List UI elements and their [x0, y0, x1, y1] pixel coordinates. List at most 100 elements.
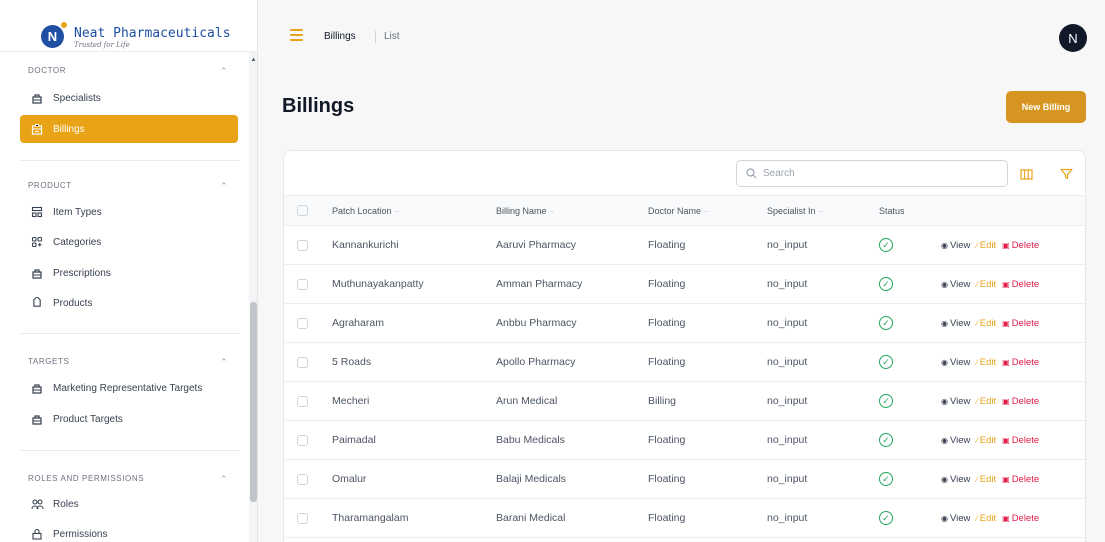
table-row[interactable]: Mecheri Arun Medical Billing no_input ✓ ◉ View… — [284, 382, 1085, 421]
row-checkbox[interactable] — [297, 473, 308, 485]
view-action[interactable]: ◉ View — [941, 318, 970, 329]
brand-tagline: Trusted for Life — [74, 41, 130, 49]
chevron-up-icon[interactable]: ⌃ — [220, 357, 228, 368]
edit-action[interactable]: ∕ Edit — [976, 240, 996, 251]
chevron-up-icon[interactable]: ⌃ — [220, 66, 228, 77]
new-billing-button[interactable]: New Billing — [1006, 91, 1086, 123]
trash-icon: ▣ — [1002, 513, 1010, 523]
column-header-status: Status — [879, 195, 941, 226]
column-header-specialist-in[interactable]: Specialist In − — [767, 195, 879, 226]
cell-patch-location: Kannankurichi — [332, 239, 399, 251]
columns-toggle-icon[interactable] — [1019, 167, 1033, 181]
lock-icon — [30, 527, 44, 541]
view-action[interactable]: ◉ View — [941, 474, 970, 485]
cell-specialist-in: no_input — [767, 512, 808, 524]
table-row[interactable]: Muthunayakanpatty Amman Pharmacy Floating n… — [284, 265, 1085, 304]
chevron-up-icon[interactable]: ⌃ — [220, 181, 228, 192]
table-row[interactable]: Kannankurichi Aaruvi Pharmacy Floating no_i… — [284, 226, 1085, 265]
row-checkbox[interactable] — [297, 434, 308, 446]
chevron-up-icon[interactable]: ⌃ — [220, 474, 228, 485]
row-checkbox[interactable] — [297, 356, 308, 368]
column-header-patch-location[interactable]: Patch Location − — [332, 195, 496, 226]
view-action[interactable]: ◉ View — [941, 513, 970, 524]
divider — [20, 333, 240, 334]
table-row[interactable]: Paimadal Babu Medicals Floating no_input ✓ ◉ V… — [284, 421, 1085, 460]
column-header-actions — [941, 195, 1085, 226]
table-row[interactable]: Agraharam Anbbu Pharmacy Floating no_input ✓… — [284, 304, 1085, 343]
edit-action[interactable]: ∕ Edit — [976, 396, 996, 407]
edit-action[interactable]: ∕ Edit — [976, 474, 996, 485]
delete-action[interactable]: ▣ Delete — [1002, 396, 1039, 407]
sidebar-scrollbar-thumb[interactable] — [250, 302, 257, 502]
section-header-product: PRODUCT — [28, 181, 72, 190]
sidebar-item-permissions[interactable]: Permissions — [20, 520, 238, 542]
sidebar-item-categories[interactable]: Categories — [20, 228, 238, 256]
sidebar-item-item-types[interactable]: Item Types — [20, 198, 238, 226]
edit-action[interactable]: ∕ Edit — [976, 318, 996, 329]
row-checkbox[interactable] — [297, 278, 308, 290]
pencil-icon: ∕ — [976, 318, 978, 328]
cell-billing-name: Amman Pharmacy — [496, 278, 583, 290]
edit-action[interactable]: ∕ Edit — [976, 279, 996, 290]
sidebar-item-marketing-representative-targets[interactable]: Marketing Representative Targets — [20, 374, 238, 402]
sidebar-item-billings[interactable]: Billings — [20, 115, 238, 143]
sidebar-item-roles[interactable]: Roles — [20, 490, 238, 518]
sidebar-item-label: Products — [53, 297, 93, 309]
trash-icon: ▣ — [1002, 357, 1010, 367]
sidebar-item-products[interactable]: Products — [20, 289, 238, 317]
table-header-row: Patch Location − Billing Name − Doctor Nam… — [284, 195, 1085, 226]
delete-action[interactable]: ▣ Delete — [1002, 318, 1039, 329]
breadcrumb-billings[interactable]: Billings — [324, 31, 356, 42]
divider — [20, 450, 240, 451]
sidebar-item-product-targets[interactable]: Product Targets — [20, 405, 238, 433]
edit-action[interactable]: ∕ Edit — [976, 435, 996, 446]
row-checkbox[interactable] — [297, 239, 308, 251]
view-action[interactable]: ◉ View — [941, 357, 970, 368]
status-check-icon: ✓ — [879, 472, 893, 486]
table-row[interactable]: 5 Roads Apollo Pharmacy Floating no_input ✓ ◉… — [284, 343, 1085, 382]
status-check-icon: ✓ — [879, 355, 893, 369]
sidebar-item-prescriptions[interactable]: Prescriptions — [20, 259, 238, 287]
delete-action[interactable]: ▣ Delete — [1002, 279, 1039, 290]
cell-doctor-name: Floating — [648, 356, 686, 368]
view-action[interactable]: ◉ View — [941, 435, 970, 446]
table-row[interactable]: Tharamangalam Barani Medical Floating no_in… — [284, 499, 1085, 538]
delete-action[interactable]: ▣ Delete — [1002, 240, 1039, 251]
edit-action[interactable]: ∕ Edit — [976, 357, 996, 368]
row-checkbox[interactable] — [297, 512, 308, 524]
menu-toggle-icon[interactable] — [290, 29, 303, 44]
cell-patch-location: Agraharam — [332, 317, 384, 329]
scroll-up-arrow-icon[interactable]: ▲ — [249, 57, 257, 63]
cell-patch-location: Paimadal — [332, 434, 376, 446]
view-action[interactable]: ◉ View — [941, 279, 970, 290]
column-header-doctor-name[interactable]: Doctor Name − — [648, 195, 767, 226]
cell-patch-location: Tharamangalam — [332, 512, 409, 524]
brand[interactable]: N Neat Pharmaceuticals Trusted for Life — [0, 0, 257, 52]
column-header-billing-name[interactable]: Billing Name − — [496, 195, 648, 226]
cell-specialist-in: no_input — [767, 395, 808, 407]
status-check-icon: ✓ — [879, 433, 893, 447]
view-action[interactable]: ◉ View — [941, 240, 970, 251]
delete-action[interactable]: ▣ Delete — [1002, 357, 1039, 368]
cell-billing-name: Anbbu Pharmacy — [496, 317, 577, 329]
pencil-icon: ∕ — [976, 396, 978, 406]
page-title: Billings — [282, 95, 355, 117]
delete-action[interactable]: ▣ Delete — [1002, 513, 1039, 524]
delete-action[interactable]: ▣ Delete — [1002, 435, 1039, 446]
search-input[interactable]: Search — [736, 160, 1008, 187]
select-all-checkbox[interactable] — [297, 205, 308, 217]
cell-specialist-in: no_input — [767, 317, 808, 329]
edit-action[interactable]: ∕ Edit — [976, 513, 996, 524]
filter-icon[interactable] — [1059, 167, 1073, 181]
table-row[interactable]: Omalur Balaji Medicals Floating no_input ✓ ◉ V… — [284, 460, 1085, 499]
row-checkbox[interactable] — [297, 395, 308, 407]
delete-action[interactable]: ▣ Delete — [1002, 474, 1039, 485]
avatar[interactable]: N — [1059, 24, 1087, 52]
view-action[interactable]: ◉ View — [941, 396, 970, 407]
sidebar-item-specialists[interactable]: Specialists — [20, 84, 238, 112]
trash-icon: ▣ — [1002, 435, 1010, 445]
divider — [20, 160, 240, 161]
row-checkbox[interactable] — [297, 317, 308, 329]
sidebar-item-label: Marketing Representative Targets — [53, 382, 203, 394]
eye-icon: ◉ — [941, 474, 948, 484]
